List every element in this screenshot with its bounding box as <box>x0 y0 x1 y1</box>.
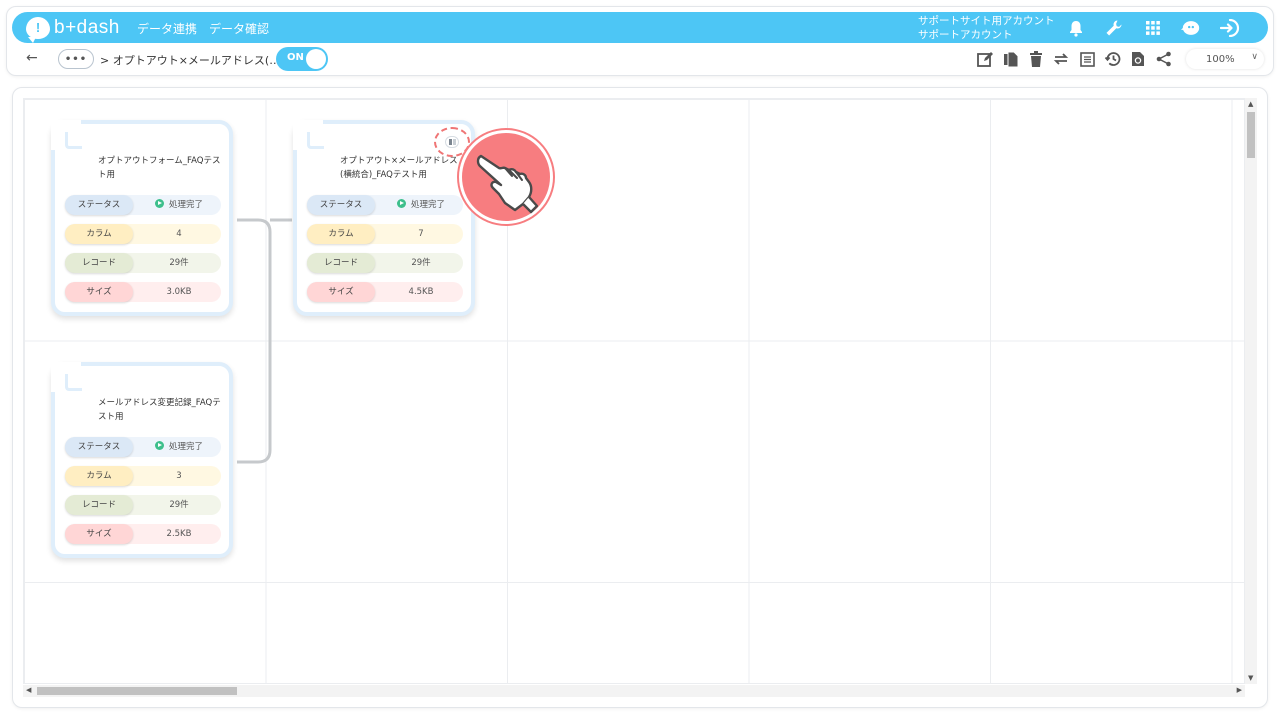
size-value: 3.0KB <box>166 287 192 297</box>
record-label: レコード <box>65 253 133 273</box>
status-value: 処理完了 <box>379 195 463 215</box>
refresh-file-icon[interactable] <box>1129 50 1147 68</box>
record-value: 29件 <box>169 500 189 510</box>
status-label: ステータス <box>65 195 133 215</box>
list-icon[interactable] <box>1078 50 1096 68</box>
size-value: 4.5KB <box>408 287 434 297</box>
toggle-knob <box>306 49 326 69</box>
app-logo[interactable]: ! b+dash <box>26 15 120 43</box>
copy-icon[interactable] <box>1002 50 1020 68</box>
logo-text: b+dash <box>54 16 120 38</box>
record-row: レコード 29件 <box>65 253 221 273</box>
account-name: サポートサイト用アカウント <box>918 15 1055 27</box>
swap-icon[interactable] <box>1052 50 1070 68</box>
record-label: レコード <box>65 495 133 515</box>
more-button[interactable]: ••• <box>58 49 94 69</box>
file-corner-icon <box>293 120 324 150</box>
column-label: カラム <box>307 224 375 244</box>
scroll-left-icon[interactable]: ◀ <box>26 686 31 694</box>
horizontal-scroll-thumb[interactable] <box>37 687 237 695</box>
vertical-scroll-thumb[interactable] <box>1247 112 1255 158</box>
size-label: サイズ <box>307 282 375 302</box>
size-row: サイズ 4.5KB <box>307 282 463 302</box>
column-row: カラム 3 <box>65 466 221 486</box>
column-value: 3 <box>176 471 182 481</box>
column-label: カラム <box>65 224 133 244</box>
on-off-toggle[interactable]: ON <box>276 47 328 71</box>
node-menu-button[interactable] <box>445 136 459 148</box>
account-user: サポートアカウント <box>918 29 1013 41</box>
size-label: サイズ <box>65 524 133 544</box>
zoom-select[interactable]: 100% ∨ <box>1186 49 1264 69</box>
edit-icon[interactable] <box>976 50 994 68</box>
toggle-label: ON <box>287 52 304 63</box>
logout-icon[interactable] <box>1220 18 1240 38</box>
node-title: オプトアウトフォーム_FAQテスト用 <box>98 156 221 180</box>
nav-data-check[interactable]: データ確認 <box>209 20 269 37</box>
column-label: カラム <box>65 466 133 486</box>
status-value: 処理完了 <box>137 437 221 457</box>
bell-icon[interactable] <box>1066 18 1086 38</box>
vertical-scrollbar[interactable]: ▲ ▼ <box>1245 98 1257 684</box>
wrench-icon[interactable] <box>1104 18 1124 38</box>
status-row: ステータス 処理完了 <box>65 437 221 457</box>
node-title: メールアドレス変更記録_FAQテスト用 <box>98 398 221 422</box>
scroll-down-icon[interactable]: ▼ <box>1248 674 1253 682</box>
size-value: 2.5KB <box>166 529 192 539</box>
size-row: サイズ 3.0KB <box>65 282 221 302</box>
data-node-email-change-log[interactable]: メールアドレス変更記録_FAQテスト用 ステータス 処理完了 カラム 3 レコー… <box>51 362 233 558</box>
record-row: レコード 29件 <box>307 253 463 273</box>
play-icon <box>154 199 164 208</box>
scroll-right-icon[interactable]: ▶ <box>1237 686 1242 694</box>
scroll-up-icon[interactable]: ▲ <box>1248 100 1253 108</box>
account-info[interactable]: サポートサイト用アカウント サポートアカウント <box>918 14 1055 42</box>
record-row: レコード 29件 <box>65 495 221 515</box>
file-corner-icon <box>51 120 82 150</box>
delete-icon[interactable] <box>1027 50 1045 68</box>
column-value: 7 <box>418 229 424 239</box>
avatar-icon[interactable] <box>1181 18 1201 38</box>
horizontal-scrollbar[interactable]: ◀ ▶ <box>23 685 1245 697</box>
history-icon[interactable] <box>1103 50 1121 68</box>
record-value: 29件 <box>411 258 431 268</box>
column-row: カラム 4 <box>65 224 221 244</box>
status-label: ステータス <box>65 437 133 457</box>
nav-data-integration[interactable]: データ連携 <box>137 20 197 37</box>
file-corner-icon <box>51 362 82 392</box>
status-label: ステータス <box>307 195 375 215</box>
size-row: サイズ 2.5KB <box>65 524 221 544</box>
status-row: ステータス 処理完了 <box>307 195 463 215</box>
sub-toolbar: ← ••• > オプトアウト×メールアドレス(… ON 100% ∨ <box>12 46 1268 74</box>
column-value: 4 <box>176 229 182 239</box>
record-value: 29件 <box>169 258 189 268</box>
play-icon <box>396 199 406 208</box>
logo-bubble-icon: ! <box>26 16 50 43</box>
breadcrumb[interactable]: > オプトアウト×メールアドレス(… <box>100 52 280 68</box>
play-icon <box>154 441 164 450</box>
size-label: サイズ <box>65 282 133 302</box>
status-value: 処理完了 <box>137 195 221 215</box>
data-node-optout-form[interactable]: オプトアウトフォーム_FAQテスト用 ステータス 処理完了 カラム 4 レコード… <box>51 120 233 316</box>
zoom-value: 100% <box>1206 53 1235 65</box>
status-row: ステータス 処理完了 <box>65 195 221 215</box>
pointing-hand-icon <box>459 130 553 224</box>
back-arrow-icon[interactable]: ← <box>26 50 38 66</box>
column-row: カラム 7 <box>307 224 463 244</box>
chevron-down-icon: ∨ <box>1251 52 1258 62</box>
apps-grid-icon[interactable] <box>1143 18 1163 38</box>
share-icon[interactable] <box>1155 50 1173 68</box>
top-navbar: ! b+dash データ連携 データ確認 サポートサイト用アカウント サポートア… <box>12 12 1268 43</box>
node-title: オプトアウト×メールアドレス(横統合)_FAQテスト用 <box>340 156 458 180</box>
record-label: レコード <box>307 253 375 273</box>
